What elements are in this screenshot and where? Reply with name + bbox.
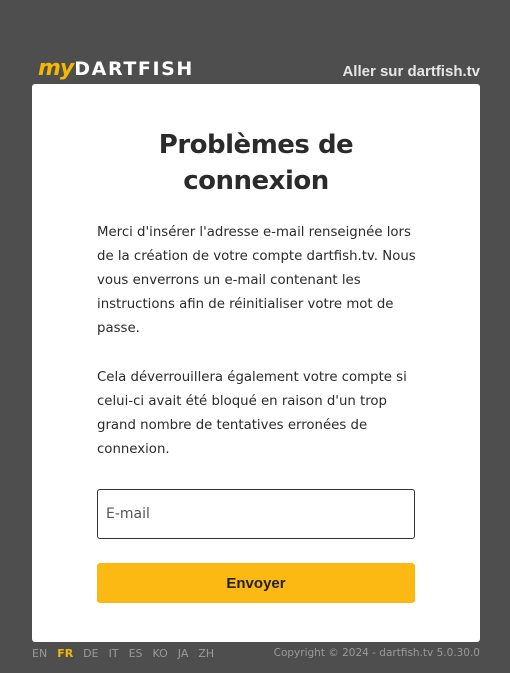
email-field[interactable] <box>97 489 415 539</box>
mydartfish-logo[interactable]: my DARTFISH <box>38 58 194 80</box>
language-link-zh[interactable]: ZH <box>198 647 214 660</box>
instructions-paragraph: Merci d'insérer l'adresse e-mail renseig… <box>97 225 416 336</box>
logo-brand-text: DARTFISH <box>74 58 194 80</box>
send-button[interactable]: Envoyer <box>97 563 415 603</box>
copyright-text: Copyright © 2024 - dartfish.tv 5.0.30.0 <box>273 647 480 659</box>
language-link-it[interactable]: IT <box>109 647 119 660</box>
go-to-dartfish-tv-link[interactable]: Aller sur dartfish.tv <box>342 63 480 80</box>
page-title-line2: connexion <box>183 166 329 196</box>
password-recovery-card: Problèmes de connexion Merci d'insérer l… <box>32 84 480 642</box>
language-link-fr[interactable]: FR <box>57 647 73 660</box>
language-selector: EN FR DE IT ES KO JA ZH <box>32 647 224 660</box>
page-title-line1: Problèmes de <box>158 130 354 160</box>
page-title: Problèmes de connexion <box>32 127 480 199</box>
page-footer: EN FR DE IT ES KO JA ZH Copyright © 2024 - dart… <box>32 645 480 661</box>
language-link-ko[interactable]: KO <box>153 647 168 660</box>
language-link-es[interactable]: ES <box>129 647 143 660</box>
logo-my-text: my <box>38 56 74 81</box>
page-header: my DARTFISH Aller sur dartfish.tv <box>38 55 480 83</box>
language-link-ja[interactable]: JA <box>178 647 189 660</box>
unlock-info-paragraph: Cela déverrouillera également votre comp… <box>97 370 407 457</box>
language-link-en[interactable]: EN <box>32 647 47 660</box>
language-link-de[interactable]: DE <box>83 647 98 660</box>
